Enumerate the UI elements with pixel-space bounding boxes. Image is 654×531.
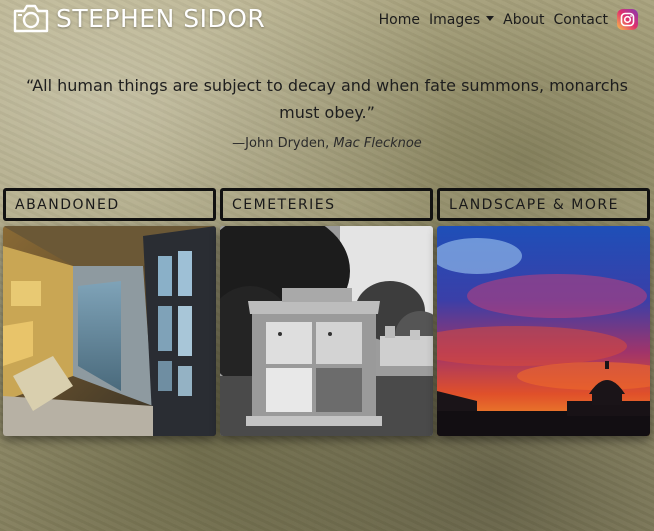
navbar: STEPHEN SIDOR Home Images About Contact <box>0 0 654 38</box>
nav-images-dropdown[interactable]: Images <box>428 11 495 28</box>
quote-text: “All human things are subject to decay a… <box>26 76 628 122</box>
instagram-icon[interactable] <box>617 9 638 30</box>
quote-work: Mac Flecknoe <box>333 136 422 151</box>
quote-block: “All human things are subject to decay a… <box>0 72 654 151</box>
nav-contact[interactable]: Contact <box>554 12 608 28</box>
brand-link[interactable]: STEPHEN SIDOR <box>12 3 265 33</box>
gallery-card-landscape[interactable]: LANDSCAPE & MORE <box>437 188 650 436</box>
caret-down-icon <box>486 15 495 21</box>
quote-attribution: —John Dryden, Mac Flecknoe <box>0 136 654 151</box>
quote-author: —John Dryden, <box>232 136 330 151</box>
gallery-label-landscape[interactable]: LANDSCAPE & MORE <box>437 188 650 221</box>
gallery-photo-abandoned[interactable] <box>3 226 216 436</box>
gallery-label-abandoned[interactable]: ABANDONED <box>3 188 216 221</box>
gallery-photo-cemeteries[interactable] <box>220 226 433 436</box>
gallery-card-cemeteries[interactable]: CEMETERIES <box>220 188 433 436</box>
nav-images-label: Images <box>428 11 481 28</box>
main-nav: Home Images About Contact <box>370 9 638 30</box>
brand-name: STEPHEN SIDOR <box>56 3 266 33</box>
gallery-card-abandoned[interactable]: ABANDONED <box>3 188 216 436</box>
gallery-label-cemeteries[interactable]: CEMETERIES <box>220 188 433 221</box>
gallery-photo-landscape[interactable] <box>437 226 650 436</box>
nav-about[interactable]: About <box>503 12 544 28</box>
camera-icon <box>12 3 50 33</box>
nav-home[interactable]: Home <box>379 12 420 28</box>
